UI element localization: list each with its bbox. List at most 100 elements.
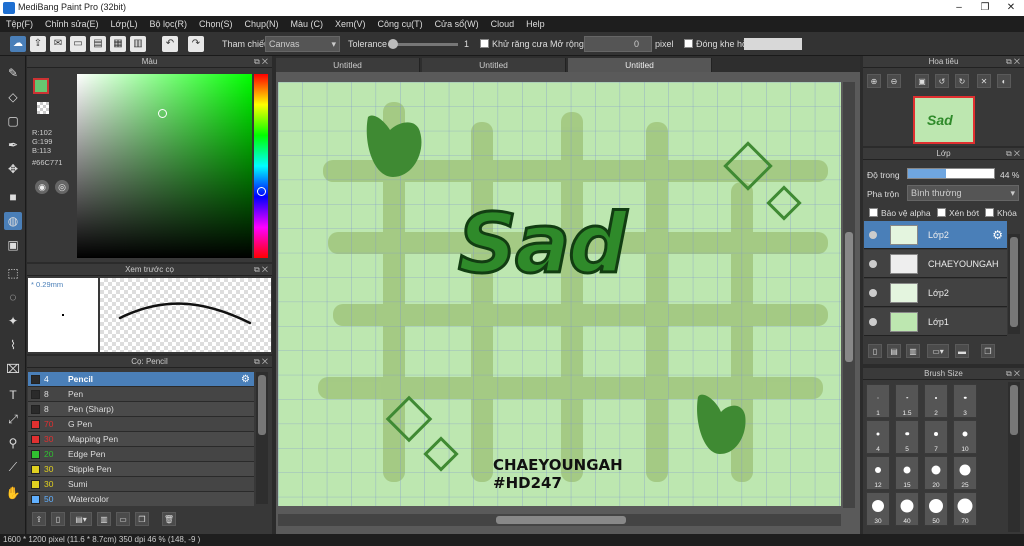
brush-size-option[interactable]: 1 (866, 384, 890, 418)
brush-item[interactable]: 20 Edge Pen (28, 447, 254, 462)
bucket-tool-icon[interactable]: ◍ (4, 212, 22, 230)
layer-row-lop1[interactable]: Lớp1 (864, 308, 1007, 336)
visibility-icon[interactable] (869, 260, 877, 268)
brush-size-option[interactable]: 25 (953, 456, 977, 490)
dropper-icon[interactable]: ⟋ (4, 458, 22, 476)
brush-menu-icon[interactable]: ▤▾ (70, 512, 92, 526)
brush-list-scrollbar[interactable] (256, 372, 268, 504)
gradient-tool-icon[interactable]: ▣ (4, 236, 22, 254)
menu-tools[interactable]: Công cụ(T) (372, 16, 429, 32)
fill-rect-tool-icon[interactable]: ■ (4, 188, 22, 206)
menu-filter[interactable]: Bộ lọc(R) (143, 16, 193, 32)
tolerance-slider[interactable] (388, 43, 458, 46)
layer-scroll-thumb[interactable] (1010, 237, 1018, 327)
text-tool-icon[interactable]: T (4, 386, 22, 404)
visibility-icon[interactable] (869, 318, 877, 326)
brush-item[interactable]: 30 Stipple Pen (28, 462, 254, 477)
menu-layer[interactable]: Lớp(L) (105, 16, 144, 32)
zoom-out-icon[interactable]: ⊖ (887, 74, 901, 88)
redo-icon[interactable]: ↷ (188, 36, 204, 52)
saturation-value-picker[interactable] (77, 74, 252, 258)
opacity-slider[interactable] (907, 168, 995, 179)
visibility-icon[interactable] (869, 231, 877, 239)
brush-tool-icon[interactable]: ✎ (4, 64, 22, 82)
new-layer-1bit-icon[interactable]: ▥ (906, 344, 920, 358)
gear-icon[interactable]: ⚙ (992, 221, 1003, 249)
gap-level-bar[interactable] (744, 38, 802, 50)
canvas-vertical-scrollbar[interactable] (843, 82, 855, 508)
foreground-color-swatch[interactable] (33, 78, 49, 94)
menu-view[interactable]: Xem(V) (329, 16, 372, 32)
gap-checkbox[interactable] (684, 39, 693, 48)
brush-size-option[interactable]: 20 (924, 456, 948, 490)
brush-size-option[interactable]: 15 (895, 456, 919, 490)
visibility-icon[interactable] (869, 289, 877, 297)
brush-size-option[interactable]: 12 (866, 456, 890, 490)
copy-icon[interactable]: ❐ (135, 512, 149, 526)
protect-alpha-checkbox[interactable] (869, 208, 878, 217)
expand-input[interactable]: 0 (584, 36, 652, 52)
panel-close-icon[interactable]: ⧉ ✕ (254, 356, 268, 368)
panel-close-icon[interactable]: ⧉ ✕ (1006, 368, 1020, 380)
menu-window[interactable]: Cửa sổ(W) (429, 16, 485, 32)
brush-size-option[interactable]: 5 (895, 420, 919, 454)
menu-help[interactable]: Help (520, 16, 551, 32)
canvas-horizontal-scrollbar[interactable] (278, 514, 841, 526)
brush-item[interactable]: 30 Sumi (28, 477, 254, 492)
reset-view-icon[interactable]: ✕ (977, 74, 991, 88)
brush-list-scroll-thumb[interactable] (258, 375, 266, 435)
chat-icon[interactable]: ▭ (70, 36, 86, 52)
select-pen-icon[interactable]: ⌇ (4, 336, 22, 354)
rotate-left-icon[interactable]: ↺ (935, 74, 949, 88)
grid-icon[interactable]: ▦ (110, 36, 126, 52)
menu-snap[interactable]: Chụp(N) (239, 16, 285, 32)
eraser-tool-icon[interactable]: ◇ (4, 88, 22, 106)
brush-size-option[interactable]: 4 (866, 420, 890, 454)
palette-add-icon[interactable]: ◎ (55, 180, 69, 194)
brush-item[interactable]: 50 Watercolor (28, 492, 254, 507)
panel-close-icon[interactable]: ⧉ ✕ (254, 264, 268, 276)
new-layer-icon[interactable]: ▯ (868, 344, 882, 358)
eyedropper-icon[interactable]: ⚲ (4, 434, 22, 452)
reference-select[interactable]: Canvas ▾ (265, 36, 340, 52)
hand-tool-icon[interactable]: ✋ (4, 484, 22, 502)
clip-checkbox[interactable] (937, 208, 946, 217)
layer-row-lop2[interactable]: Lớp2 (864, 279, 1007, 307)
move-tool-icon[interactable]: ✥ (4, 160, 22, 178)
undo-icon[interactable]: ↶ (162, 36, 178, 52)
lock-checkbox[interactable] (985, 208, 994, 217)
brush-item[interactable]: 4 Pencil ⚙ (28, 372, 254, 387)
antialias-checkbox[interactable] (480, 39, 489, 48)
hue-slider-handle[interactable] (257, 187, 266, 196)
panel-close-icon[interactable]: ⧉ ✕ (1006, 148, 1020, 160)
brush-size-option[interactable]: 1.5 (895, 384, 919, 418)
navigator-thumbnail[interactable]: Sad (913, 96, 975, 144)
folder-icon[interactable]: ▭ (116, 512, 130, 526)
maximize-button[interactable]: ❐ (972, 0, 998, 16)
tab-untitled-1[interactable]: Untitled (276, 58, 420, 72)
layer-copy-icon[interactable]: ❐ (981, 344, 995, 358)
layer-row-lop2-top[interactable]: Lớp2 ⚙ (864, 221, 1007, 249)
magic-wand-icon[interactable]: ✦ (4, 312, 22, 330)
pen-tool-icon[interactable]: ✒ (4, 136, 22, 154)
gear-icon[interactable]: ⚙ (241, 372, 250, 387)
brush-item[interactable]: 8 Pen (28, 387, 254, 402)
color-picker-handle[interactable] (158, 109, 167, 118)
menu-select[interactable]: Chọn(S) (193, 16, 239, 32)
document-canvas[interactable]: Sad CHAEYOUNGAH #HD247 (278, 82, 841, 506)
operation-tool-icon[interactable]: ⤢ (4, 410, 22, 428)
flip-icon[interactable]: ◐ (997, 74, 1011, 88)
panel-close-icon[interactable]: ⧉ ✕ (1006, 56, 1020, 68)
brush-size-option[interactable]: 10 (953, 420, 977, 454)
tab-untitled-3[interactable]: Untitled (568, 58, 712, 72)
comment-icon[interactable]: ✉ (50, 36, 66, 52)
select-tool-icon[interactable]: ⬚ (4, 264, 22, 282)
document-icon[interactable]: ▤ (90, 36, 106, 52)
rotate-right-icon[interactable]: ↻ (955, 74, 969, 88)
cloud-icon[interactable]: ☁ (10, 36, 26, 52)
layer-scrollbar[interactable] (1008, 234, 1020, 334)
hue-slider[interactable] (254, 74, 268, 258)
brush-size-scrollbar[interactable] (1008, 382, 1020, 532)
canvas-vertical-thumb[interactable] (845, 232, 853, 362)
brush-size-option[interactable]: 40 (895, 492, 919, 526)
